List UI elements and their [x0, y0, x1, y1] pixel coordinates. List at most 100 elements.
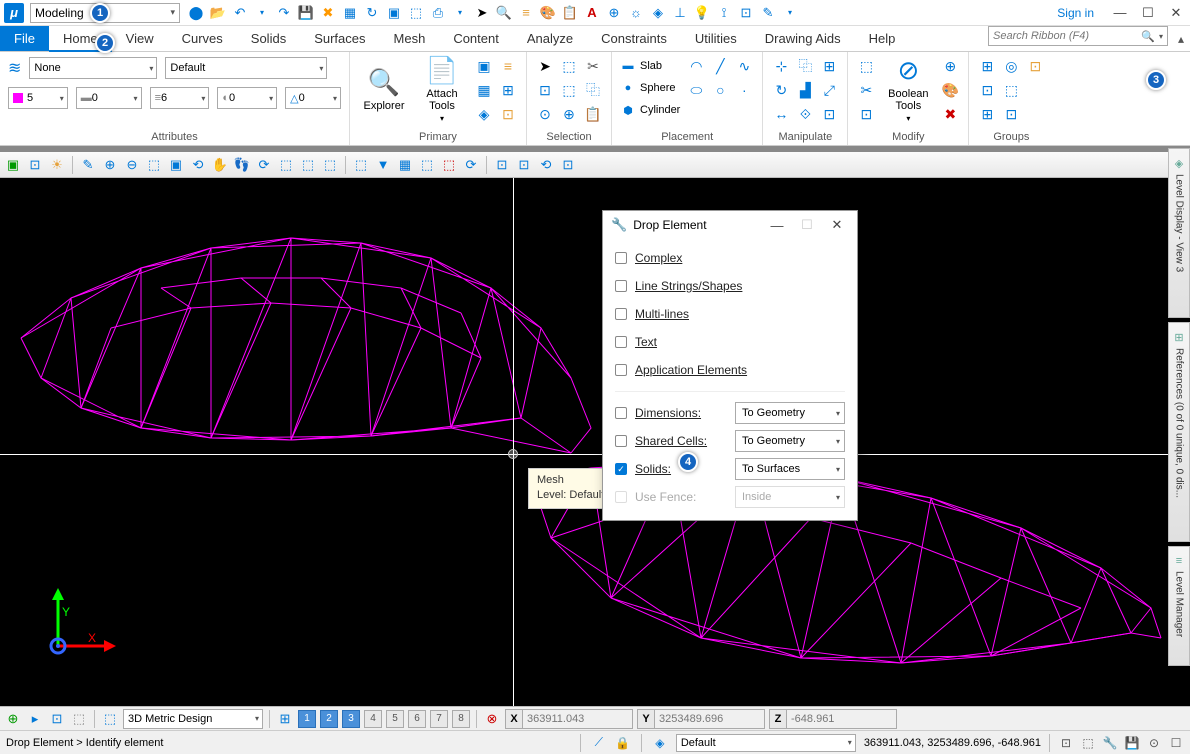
qat-cursor-icon[interactable]: ➤ — [474, 5, 490, 21]
ribbon-tool-icon[interactable]: ⊞ — [977, 56, 997, 76]
file-tab[interactable]: File — [0, 26, 49, 51]
accudraw-icon[interactable]: ⊗ — [483, 710, 501, 728]
tab-analyze[interactable]: Analyze — [513, 26, 587, 51]
tab-surfaces[interactable]: Surfaces — [300, 26, 379, 51]
ribbon-tool-icon[interactable]: ⊡ — [819, 104, 839, 124]
tray-icon[interactable]: 💾 — [1124, 735, 1140, 751]
qat-icon[interactable]: ⬚ — [408, 5, 424, 21]
ribbon-tool-icon[interactable]: ⊡ — [498, 104, 518, 124]
ribbon-tool-icon[interactable]: ↔ — [771, 104, 791, 124]
ribbon-tool-icon[interactable]: ≡ — [498, 56, 518, 76]
cylinder-button[interactable]: ⬢Cylinder — [620, 100, 680, 120]
attach-tools-button[interactable]: 📄Attach Tools▾ — [416, 56, 468, 122]
qat-icon[interactable]: ⬤ — [188, 5, 204, 21]
fill-combo[interactable]: △ 0 — [285, 87, 341, 109]
view-tool-icon[interactable]: ⊡ — [26, 156, 44, 174]
ribbon-tool-icon[interactable]: ⊡ — [1001, 104, 1021, 124]
layer-combo[interactable]: None — [29, 57, 157, 79]
level-icon[interactable]: ◈ — [652, 735, 668, 751]
model-combo[interactable]: 3D Metric Design — [123, 709, 263, 729]
qat-icon[interactable]: ⟟ — [716, 5, 732, 21]
layer-icon[interactable]: ≋ — [8, 58, 21, 78]
style-combo[interactable]: Default — [165, 57, 327, 79]
lock-icon[interactable]: 🔒 — [615, 735, 631, 751]
level-combo[interactable]: Default — [676, 734, 856, 752]
linestyle-combo[interactable]: ≡ 6 — [150, 87, 210, 109]
ribbon-tool-icon[interactable]: ⊕ — [559, 104, 579, 124]
x-input[interactable]: 363911.043 — [523, 709, 633, 729]
view-tool-icon[interactable]: ☀ — [48, 156, 66, 174]
color-combo[interactable]: 5 — [8, 87, 68, 109]
view-6-button[interactable]: 6 — [408, 710, 426, 728]
tray-icon[interactable]: ☐ — [1168, 735, 1184, 751]
view-window[interactable]: Mesh Level: Default Y X 🔧 Drop Element —… — [0, 178, 1190, 706]
sphere-button[interactable]: ●Sphere — [620, 78, 680, 98]
pan-icon[interactable]: ✋ — [211, 156, 229, 174]
array-icon[interactable]: ⊞ — [819, 56, 839, 76]
ribbon-tool-icon[interactable]: ⊙ — [535, 104, 555, 124]
status-icon[interactable]: ⊡ — [48, 710, 66, 728]
qat-icon[interactable]: ⎙ — [430, 5, 446, 21]
qat-icon[interactable]: ⊕ — [606, 5, 622, 21]
ribbon-tool-icon[interactable]: ⊡ — [977, 80, 997, 100]
qat-icon[interactable]: ☼ — [628, 5, 644, 21]
status-icon[interactable]: ⊕ — [4, 710, 22, 728]
boolean-tools-button[interactable]: ⊘Boolean Tools▾ — [882, 56, 934, 122]
qat-icon[interactable]: ✎ — [760, 5, 776, 21]
scale-icon[interactable]: ⤢ — [819, 80, 839, 100]
mirror-icon[interactable]: ▟ — [795, 80, 815, 100]
y-input[interactable]: 3253489.696 — [655, 709, 765, 729]
view-tool-icon[interactable]: ⊡ — [559, 156, 577, 174]
level-display-tab[interactable]: ◈Level Display - View 3 — [1168, 148, 1190, 318]
dialog-maximize-button[interactable]: ☐ — [795, 217, 819, 233]
ribbon-tool-icon[interactable]: ◈ — [474, 104, 494, 124]
fit-view-icon[interactable]: ▣ — [167, 156, 185, 174]
dimensions-checkbox[interactable] — [615, 407, 627, 419]
view-previous-icon[interactable]: ⬚ — [277, 156, 295, 174]
select-icon[interactable]: ➤ — [535, 56, 555, 76]
tab-curves[interactable]: Curves — [168, 26, 237, 51]
qat-redo-icon[interactable]: ↷ — [276, 5, 292, 21]
view-tool-icon[interactable]: ✎ — [79, 156, 97, 174]
tab-help[interactable]: Help — [855, 26, 910, 51]
model-icon[interactable]: ⬚ — [101, 710, 119, 728]
ribbon-tool-icon[interactable]: ⊡ — [856, 104, 876, 124]
qat-dropdown-icon[interactable]: ▾ — [452, 5, 468, 21]
qat-icon[interactable]: ✖ — [320, 5, 336, 21]
view-attributes-icon[interactable]: ▣ — [4, 156, 22, 174]
material-combo[interactable]: ◐ 0 — [217, 87, 277, 109]
view-3-button[interactable]: 3 — [342, 710, 360, 728]
ribbon-tool-icon[interactable]: ⬭ — [686, 80, 706, 100]
qat-icon[interactable]: ▦ — [342, 5, 358, 21]
qat-search-icon[interactable]: 🔍 — [496, 5, 512, 21]
explorer-button[interactable]: 🔍Explorer — [358, 56, 410, 122]
ribbon-tool-icon[interactable]: ⊞ — [498, 80, 518, 100]
ribbon-tool-icon[interactable]: ∿ — [734, 56, 754, 76]
qat-dropdown-icon[interactable]: ▾ — [782, 5, 798, 21]
ribbon-tool-icon[interactable]: ○ — [710, 80, 730, 100]
zoom-in-icon[interactable]: ⊕ — [101, 156, 119, 174]
references-tab[interactable]: ⊞References (0 of 0 unique, 0 dis... — [1168, 322, 1190, 542]
ribbon-tool-icon[interactable]: · — [734, 80, 754, 100]
qat-icon[interactable]: ⊡ — [738, 5, 754, 21]
linestrings-checkbox[interactable] — [615, 280, 627, 292]
sharedcells-combo[interactable]: To Geometry — [735, 430, 845, 452]
qat-icon[interactable]: ⊥ — [672, 5, 688, 21]
window-area-icon[interactable]: ⬚ — [145, 156, 163, 174]
tab-content[interactable]: Content — [439, 26, 513, 51]
snap-icon[interactable]: ⟋ — [591, 735, 607, 751]
ribbon-tool-icon[interactable] — [1025, 104, 1045, 124]
view-tool-icon[interactable]: ⟲ — [537, 156, 555, 174]
ribbon-collapse-button[interactable]: ▴ — [1172, 26, 1190, 51]
view-tool-icon[interactable]: ⬚ — [418, 156, 436, 174]
qat-icon[interactable]: ↻ — [364, 5, 380, 21]
qat-icon[interactable]: ◈ — [650, 5, 666, 21]
axis-gizmo[interactable]: Y X — [38, 586, 118, 666]
tab-mesh[interactable]: Mesh — [380, 26, 440, 51]
ribbon-tool-icon[interactable]: ⊡ — [1025, 56, 1045, 76]
view-tool-icon[interactable]: ⟳ — [462, 156, 480, 174]
qat-icon[interactable]: ▣ — [386, 5, 402, 21]
ribbon-tool-icon[interactable]: ⊡ — [535, 80, 555, 100]
view-tool-icon[interactable]: ⟳ — [255, 156, 273, 174]
rotate-view-icon[interactable]: ⟲ — [189, 156, 207, 174]
